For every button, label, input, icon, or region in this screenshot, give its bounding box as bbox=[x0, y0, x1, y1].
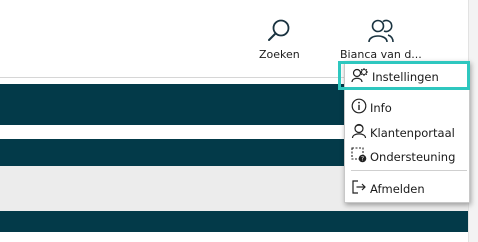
menu-item-customer-portal[interactable]: Klantenportaal bbox=[351, 123, 455, 142]
menu-item-support[interactable]: ? Ondersteuning bbox=[351, 147, 455, 166]
content-gap-2 bbox=[0, 232, 468, 242]
logout-icon bbox=[351, 179, 370, 198]
search-button[interactable]: Zoeken bbox=[259, 18, 300, 61]
search-label: Zoeken bbox=[259, 48, 300, 61]
info-icon bbox=[351, 98, 370, 117]
user-name-label: Bianca van d... bbox=[340, 48, 422, 61]
user-account-button[interactable]: Bianca van d... bbox=[340, 18, 422, 61]
users-icon bbox=[367, 18, 395, 44]
customer-portal-icon bbox=[351, 123, 370, 142]
menu-item-info[interactable]: Info bbox=[351, 98, 392, 117]
user-dropdown-menu: Instellingen Info Klantenportaal ? Onder… bbox=[344, 61, 470, 203]
settings-gear-icon bbox=[351, 67, 372, 86]
menu-divider bbox=[351, 170, 467, 171]
svg-text:?: ? bbox=[361, 156, 364, 163]
support-icon: ? bbox=[351, 147, 370, 166]
search-icon bbox=[266, 18, 292, 44]
content-band-3 bbox=[0, 211, 468, 232]
menu-item-settings[interactable]: Instellingen bbox=[351, 67, 439, 86]
menu-item-logout[interactable]: Afmelden bbox=[351, 179, 425, 198]
